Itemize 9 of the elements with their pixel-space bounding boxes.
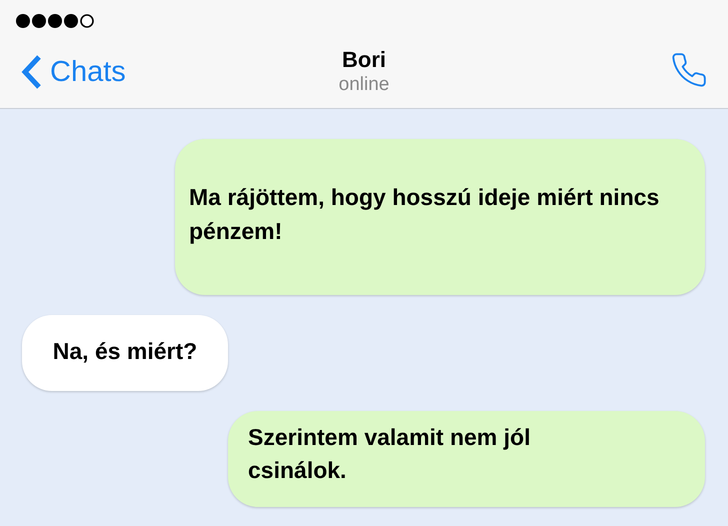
signal-icon [15,13,95,29]
sent-message: Szerintem valamit nem jól csinálok. [228,411,705,507]
sent-message: Ma rájöttem, hogy hosszú ideje miért nincs pénzem! [175,139,705,295]
phone-icon[interactable] [670,51,708,89]
chevron-left-icon [20,54,42,90]
contact-name: Bori [342,46,386,72]
received-message: Na, és miért? [22,315,228,391]
contact-status: online [338,74,390,96]
back-link[interactable]: Chats [20,54,126,90]
